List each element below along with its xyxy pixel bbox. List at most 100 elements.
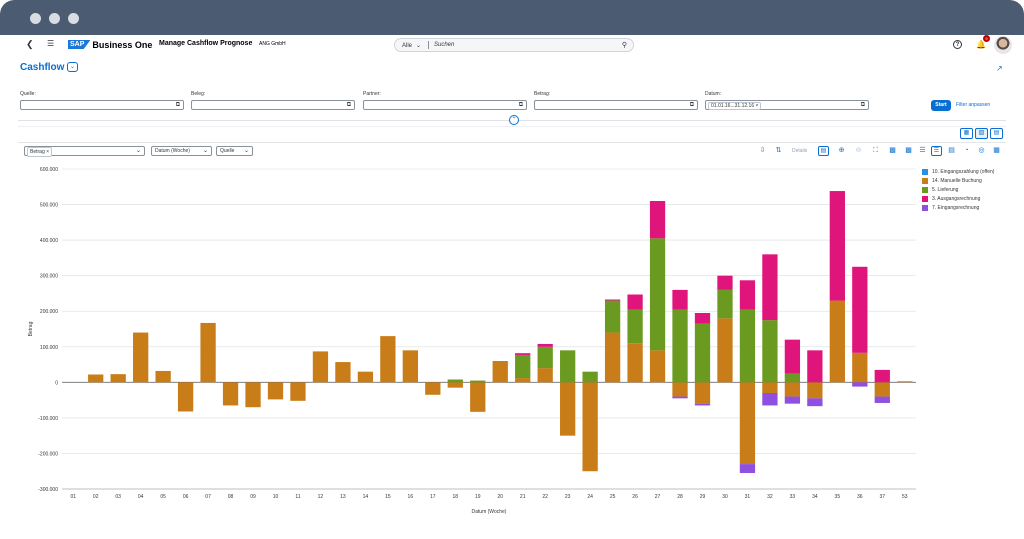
chart-bar bbox=[245, 382, 261, 408]
filter-partner-input[interactable]: ⧉ bbox=[363, 100, 527, 110]
chart-bar bbox=[290, 382, 306, 401]
value-help-icon[interactable]: ⧉ bbox=[176, 102, 180, 109]
page-title[interactable]: Cashflow bbox=[20, 62, 64, 73]
chart-bar bbox=[807, 350, 823, 383]
x-tick-label: 37 bbox=[880, 494, 886, 500]
sap-logo[interactable]: SAP Business One bbox=[68, 39, 152, 50]
chart-bar bbox=[717, 289, 733, 319]
avatar[interactable] bbox=[994, 36, 1012, 54]
more-charts-icon[interactable]: ▦ bbox=[991, 146, 1002, 156]
legend-item[interactable]: 14. Manuelle Buchung bbox=[922, 176, 994, 185]
x-tick-label: 18 bbox=[453, 494, 459, 500]
x-tick-label: 01 bbox=[70, 494, 76, 500]
x-tick-label: 06 bbox=[183, 494, 189, 500]
legend-label: 7. Eingangsrechnung bbox=[932, 204, 980, 211]
measure-select[interactable]: Betrag × ⌄ bbox=[24, 146, 145, 157]
chart-bar bbox=[627, 294, 643, 310]
chart-bar bbox=[717, 275, 733, 290]
stacked-bar-chart-icon[interactable]: ☰ bbox=[931, 146, 942, 156]
chart-bar bbox=[267, 382, 284, 400]
chart-bar bbox=[604, 332, 621, 383]
x-axis-label: Datum (Woche) bbox=[472, 509, 507, 515]
search-icon[interactable]: ⚲ bbox=[622, 41, 627, 49]
value-help-icon[interactable]: ⧉ bbox=[519, 102, 523, 109]
chart-bar bbox=[762, 320, 778, 383]
chart-bar bbox=[897, 381, 913, 383]
window-dot-minimize[interactable] bbox=[49, 13, 60, 24]
back-icon[interactable]: ❮ bbox=[26, 39, 34, 50]
measure-token[interactable]: Betrag × bbox=[27, 147, 53, 157]
legend-toggle-icon[interactable]: ▤ bbox=[818, 146, 829, 156]
dimension-select-datum[interactable]: Datum (Woche) ⌄ bbox=[151, 146, 212, 156]
table-view-icon[interactable]: ▦ bbox=[960, 128, 973, 139]
chart-view-icon[interactable]: ▧ bbox=[975, 128, 988, 139]
value-help-icon[interactable]: ⧉ bbox=[690, 102, 694, 109]
column-chart-icon[interactable]: ▩ bbox=[887, 146, 898, 156]
pie-chart-icon[interactable]: ◔ bbox=[961, 146, 972, 156]
sort-icon[interactable]: ⇅ bbox=[773, 146, 784, 156]
chart-bar bbox=[515, 354, 531, 379]
share-icon[interactable]: ↗ bbox=[996, 64, 1003, 73]
legend-swatch bbox=[922, 168, 928, 175]
filter-betrag-input[interactable]: ⧉ bbox=[534, 100, 698, 110]
chart-bar bbox=[694, 313, 711, 324]
zoom-in-icon[interactable]: ⊕ bbox=[836, 146, 847, 156]
chart-bar bbox=[604, 299, 621, 301]
chart-table-view-icon[interactable]: ▤ bbox=[990, 128, 1003, 139]
global-search[interactable]: Alle ⌄ Suchen ⚲ bbox=[394, 38, 634, 52]
x-tick-label: 28 bbox=[677, 494, 683, 500]
y-tick-label: 100.000 bbox=[40, 345, 58, 351]
x-tick-label: 14 bbox=[363, 494, 369, 500]
date-range-token[interactable]: 01.01.16...31.12.16 × bbox=[708, 102, 762, 110]
logo-product: Business One bbox=[92, 39, 153, 50]
filter-quelle-input[interactable]: ⧉ bbox=[20, 100, 184, 110]
chart-bar bbox=[874, 396, 890, 403]
details-button[interactable]: Details bbox=[792, 148, 807, 154]
legend-item[interactable]: 7. Eingangsrechnung bbox=[922, 203, 994, 212]
window-dot-maximize[interactable] bbox=[68, 13, 79, 24]
stacked-column-icon[interactable]: ▩ bbox=[903, 146, 914, 156]
bar-chart-icon[interactable]: ☰ bbox=[917, 146, 928, 156]
fullscreen-icon[interactable]: ⛶ bbox=[870, 146, 881, 156]
search-input[interactable]: Suchen bbox=[429, 42, 622, 48]
line-chart-icon[interactable]: ▤ bbox=[946, 146, 957, 156]
dimension-select-quelle[interactable]: Quelle ⌄ bbox=[216, 146, 253, 156]
menu-icon[interactable]: ☰ bbox=[47, 39, 54, 48]
help-icon[interactable]: ? bbox=[953, 40, 962, 49]
adapt-filters-link[interactable]: Filter anpassen bbox=[956, 102, 990, 108]
chart-bar bbox=[807, 398, 823, 407]
filter-betrag: Betrag: ⧉ bbox=[534, 91, 698, 110]
donut-chart-icon[interactable]: ◎ bbox=[976, 146, 987, 156]
chart-bar bbox=[222, 382, 239, 406]
chart-bar bbox=[694, 323, 711, 383]
search-scope-select[interactable]: Alle ⌄ bbox=[395, 42, 428, 49]
zoom-out-icon[interactable]: ⊖ bbox=[853, 146, 864, 156]
company-name: ANG GmbH bbox=[259, 41, 286, 47]
chart-bar bbox=[784, 339, 801, 374]
y-tick-label: 0 bbox=[55, 380, 58, 386]
value-help-icon[interactable]: ⧉ bbox=[347, 102, 351, 109]
chart-bar bbox=[582, 371, 598, 383]
download-icon[interactable]: ⇩ bbox=[757, 146, 768, 156]
x-tick-label: 10 bbox=[273, 494, 279, 500]
y-tick-label: -200.000 bbox=[38, 451, 58, 457]
x-tick-label: 33 bbox=[790, 494, 796, 500]
calendar-icon[interactable]: ⧉ bbox=[861, 102, 865, 109]
legend-swatch bbox=[922, 186, 928, 193]
variant-chevron-down-icon[interactable]: ⌄ bbox=[67, 62, 78, 72]
y-tick-label: 500.000 bbox=[40, 203, 58, 209]
filter-beleg-input[interactable]: ⧉ bbox=[191, 100, 355, 110]
chart-bar bbox=[762, 393, 778, 406]
legend-item[interactable]: 3. Ausgangsrechnung bbox=[922, 194, 994, 203]
chart-bar bbox=[515, 378, 531, 383]
chart-bar bbox=[560, 350, 576, 383]
legend-item[interactable]: 10. Eingangszahlung (offen) bbox=[922, 167, 994, 176]
legend-item[interactable]: 5. Lieferung bbox=[922, 185, 994, 194]
chart-bar bbox=[739, 464, 756, 473]
window-dot-close[interactable] bbox=[30, 13, 41, 24]
filter-datum-input[interactable]: 01.01.16...31.12.16 × ⧉ bbox=[705, 100, 869, 110]
start-button[interactable]: Start bbox=[931, 100, 951, 111]
x-tick-label: 04 bbox=[138, 494, 144, 500]
x-tick-label: 12 bbox=[318, 494, 324, 500]
collapse-header-icon[interactable]: ⌃ bbox=[509, 115, 519, 125]
